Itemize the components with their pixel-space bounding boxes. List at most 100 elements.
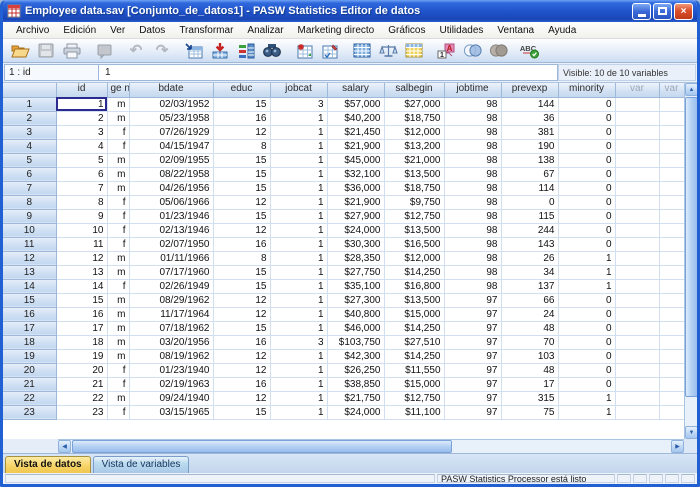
cell[interactable]: 98	[444, 265, 501, 279]
cell[interactable]: 98	[444, 153, 501, 167]
column-header-educ[interactable]: educ	[213, 83, 270, 97]
cell[interactable]: $14,250	[384, 349, 444, 363]
cell[interactable]: 15	[213, 209, 270, 223]
cell[interactable]: 115	[501, 209, 558, 223]
cell[interactable]: 2	[56, 111, 107, 125]
cell[interactable]: $21,900	[327, 139, 384, 153]
cell[interactable]: 97	[444, 377, 501, 391]
cell[interactable]	[615, 181, 659, 195]
cell[interactable]: 16	[213, 111, 270, 125]
cell[interactable]: 97	[444, 335, 501, 349]
cell[interactable]	[615, 167, 659, 181]
cell[interactable]: $40,200	[327, 111, 384, 125]
redo-icon[interactable]: ↷	[149, 40, 175, 62]
row-header[interactable]: 9	[3, 209, 56, 223]
cell[interactable]: 9	[56, 209, 107, 223]
cell[interactable]: $38,850	[327, 377, 384, 391]
cell[interactable]: 12	[56, 251, 107, 265]
row-header[interactable]: 7	[3, 181, 56, 195]
cell[interactable]: 02/09/1955	[129, 153, 213, 167]
cell[interactable]: 15	[213, 321, 270, 335]
cell[interactable]: 02/07/1950	[129, 237, 213, 251]
cell[interactable]: 02/19/1963	[129, 377, 213, 391]
cell[interactable]: $27,900	[327, 209, 384, 223]
cell[interactable]	[659, 377, 684, 391]
cell[interactable]	[615, 209, 659, 223]
cell[interactable]: 1	[56, 97, 107, 111]
cell[interactable]: 02/13/1946	[129, 223, 213, 237]
tab-vista-de-datos[interactable]: Vista de datos	[5, 456, 91, 473]
find-icon[interactable]	[259, 40, 285, 62]
insert-cases-icon[interactable]	[291, 40, 317, 62]
cell[interactable]: 0	[558, 195, 615, 209]
cell[interactable]	[659, 405, 684, 419]
row-header[interactable]: 19	[3, 349, 56, 363]
cell[interactable]: 1	[270, 209, 327, 223]
cell[interactable]: 0	[558, 293, 615, 307]
cell[interactable]: 02/03/1952	[129, 97, 213, 111]
cell[interactable]: 03/20/1956	[129, 335, 213, 349]
cell[interactable]	[659, 349, 684, 363]
cell[interactable]: 0	[558, 111, 615, 125]
recall-dialogs-icon[interactable]	[91, 40, 117, 62]
cell[interactable]	[659, 237, 684, 251]
save-file-icon[interactable]	[33, 40, 59, 62]
cell[interactable]: 1	[270, 111, 327, 125]
cell[interactable]: f	[107, 405, 129, 419]
cell[interactable]: 17	[56, 321, 107, 335]
cell[interactable]: 1	[270, 307, 327, 321]
cell[interactable]: 21	[56, 377, 107, 391]
cell[interactable]: $46,000	[327, 321, 384, 335]
cell[interactable]: m	[107, 391, 129, 405]
cell[interactable]: 09/24/1940	[129, 391, 213, 405]
cell[interactable]: $13,500	[384, 223, 444, 237]
cell[interactable]	[659, 139, 684, 153]
vertical-scroll-thumb[interactable]	[685, 97, 698, 397]
cell[interactable]: 98	[444, 237, 501, 251]
cell[interactable]	[615, 251, 659, 265]
cell[interactable]: 07/18/1962	[129, 321, 213, 335]
cell[interactable]: 16	[213, 377, 270, 391]
cell[interactable]: m	[107, 307, 129, 321]
menu-transformar[interactable]: Transformar	[172, 24, 240, 37]
cell[interactable]: 05/06/1966	[129, 195, 213, 209]
cell[interactable]: 15	[213, 265, 270, 279]
cell[interactable]: $18,750	[384, 181, 444, 195]
cell[interactable]: 0	[558, 377, 615, 391]
cell[interactable]: $11,100	[384, 405, 444, 419]
cell[interactable]: 1	[270, 405, 327, 419]
cell[interactable]: 13	[56, 265, 107, 279]
row-header[interactable]: 18	[3, 335, 56, 349]
cell[interactable]: 1	[558, 391, 615, 405]
cell[interactable]: m	[107, 349, 129, 363]
cell[interactable]: 1	[270, 251, 327, 265]
cell[interactable]: f	[107, 237, 129, 251]
cell[interactable]: 0	[558, 153, 615, 167]
cell[interactable]: 1	[270, 125, 327, 139]
select-cases-icon[interactable]	[401, 40, 427, 62]
menu-marketing-directo[interactable]: Marketing directo	[291, 24, 382, 37]
cell[interactable]: m	[107, 167, 129, 181]
cell[interactable]: 137	[501, 279, 558, 293]
cell[interactable]: 19	[56, 349, 107, 363]
cell[interactable]: 07/17/1960	[129, 265, 213, 279]
cell[interactable]: 23	[56, 405, 107, 419]
cell[interactable]: 1	[270, 349, 327, 363]
row-header[interactable]: 22	[3, 391, 56, 405]
row-header[interactable]: 6	[3, 167, 56, 181]
cell[interactable]: $35,100	[327, 279, 384, 293]
cell[interactable]: $18,750	[384, 111, 444, 125]
cell[interactable]	[659, 265, 684, 279]
row-header[interactable]: 11	[3, 237, 56, 251]
cell[interactable]: 14	[56, 279, 107, 293]
cell[interactable]: m	[107, 251, 129, 265]
cell[interactable]	[659, 307, 684, 321]
column-header-id[interactable]: id	[56, 83, 107, 97]
cell[interactable]	[659, 97, 684, 111]
column-header-minority[interactable]: minority	[558, 83, 615, 97]
cell[interactable]: 1	[558, 251, 615, 265]
cell[interactable]	[615, 321, 659, 335]
cell[interactable]: 8	[213, 251, 270, 265]
use-variable-sets-icon[interactable]	[459, 40, 485, 62]
cell[interactable]: $12,000	[384, 125, 444, 139]
